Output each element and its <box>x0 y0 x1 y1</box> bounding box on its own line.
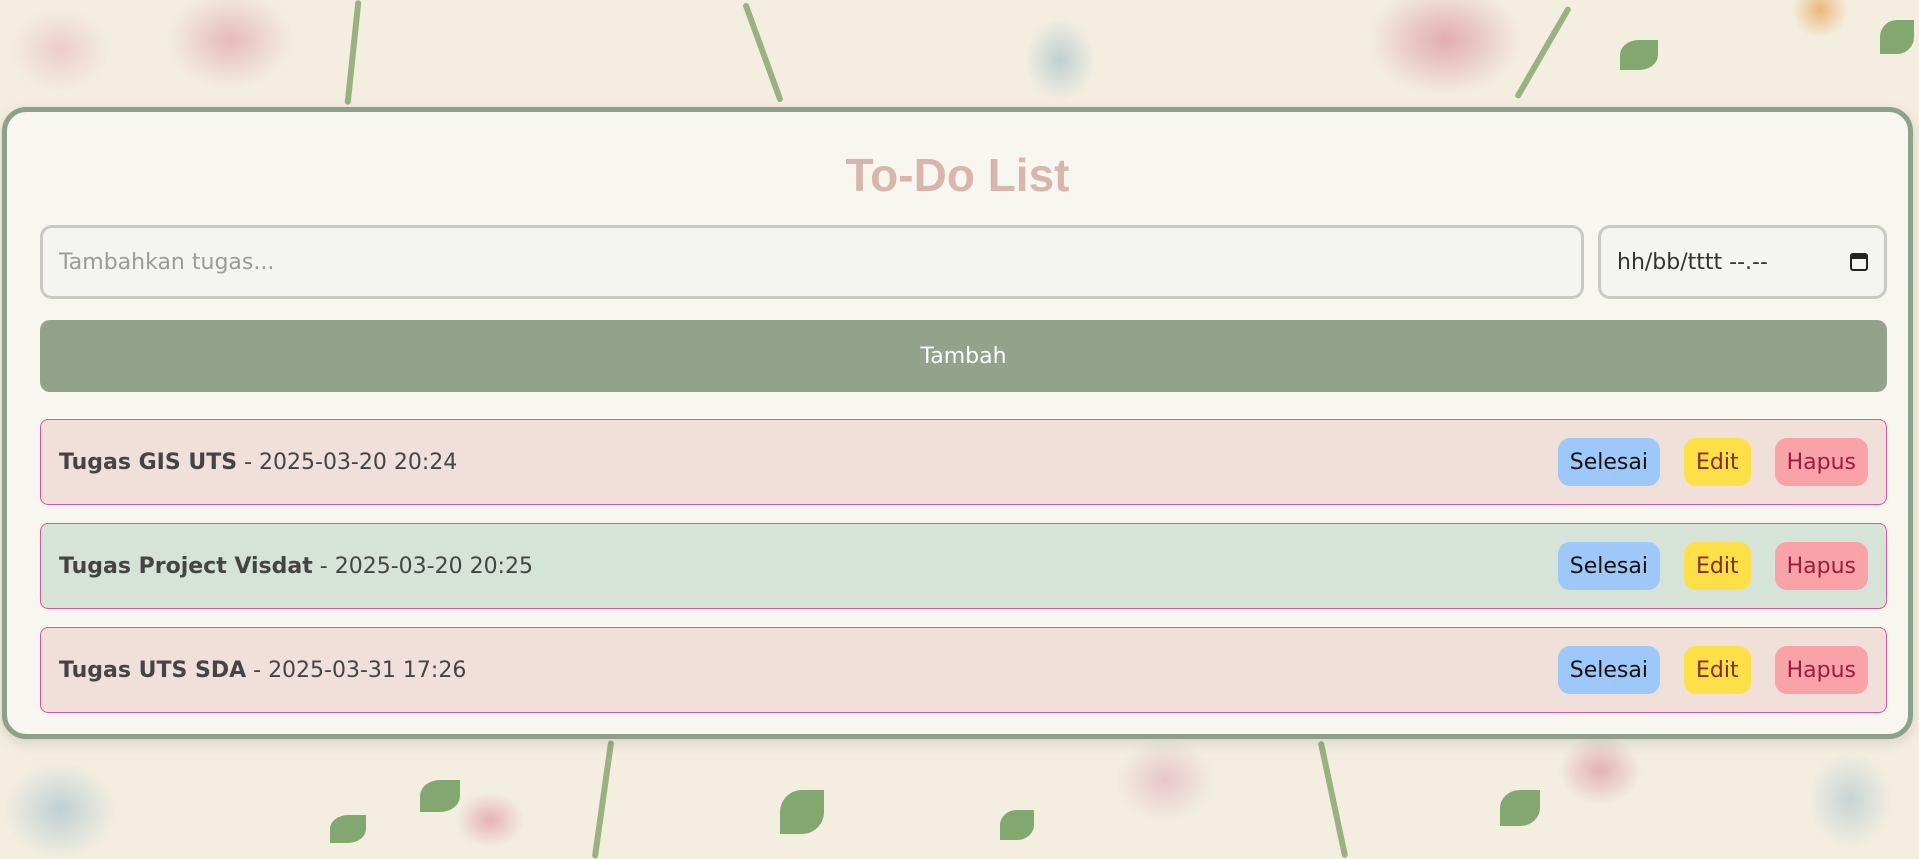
complete-button[interactable]: Selesai <box>1557 438 1660 486</box>
task-text: Tugas GIS UTS - 2025-03-20 20:24 <box>59 450 1534 475</box>
todo-card: To-Do List hh/bb/tttt --.-- Tambah Tugas… <box>2 107 1913 739</box>
edit-button[interactable]: Edit <box>1683 438 1751 486</box>
task-datetime: 2025-03-31 17:26 <box>268 657 467 683</box>
leaf <box>1500 790 1540 826</box>
task-row: Tugas Project Visdat - 2025-03-20 20:25 … <box>40 523 1887 609</box>
calendar-icon[interactable] <box>1850 253 1868 271</box>
add-task-button[interactable]: Tambah <box>40 320 1887 392</box>
task-separator: - <box>253 657 262 683</box>
edit-button[interactable]: Edit <box>1683 646 1751 694</box>
delete-button[interactable]: Hapus <box>1774 646 1868 694</box>
stem <box>344 0 362 106</box>
leaf <box>330 815 366 843</box>
leaf <box>420 780 460 812</box>
task-text: Tugas UTS SDA - 2025-03-31 17:26 <box>59 658 1534 683</box>
leaf <box>1880 20 1914 54</box>
page-title: To-Do List <box>845 149 1070 201</box>
task-text: Tugas Project Visdat - 2025-03-20 20:25 <box>59 554 1534 579</box>
task-input[interactable] <box>40 225 1584 299</box>
datetime-input[interactable]: hh/bb/tttt --.-- <box>1598 225 1887 299</box>
task-separator: - <box>319 553 328 579</box>
leaf <box>1000 810 1034 840</box>
task-row: Tugas UTS SDA - 2025-03-31 17:26 Selesai… <box>40 627 1887 713</box>
stem <box>1514 5 1572 100</box>
datetime-placeholder: hh/bb/tttt --.-- <box>1617 249 1768 275</box>
task-datetime: 2025-03-20 20:25 <box>334 553 533 579</box>
task-name: Tugas Project Visdat <box>59 553 313 579</box>
task-datetime: 2025-03-20 20:24 <box>259 449 458 475</box>
delete-button[interactable]: Hapus <box>1774 542 1868 590</box>
stem <box>742 2 784 103</box>
task-name: Tugas UTS SDA <box>59 657 247 683</box>
edit-button[interactable]: Edit <box>1683 542 1751 590</box>
task-separator: - <box>244 449 253 475</box>
task-name: Tugas GIS UTS <box>59 449 238 475</box>
stem <box>591 740 615 859</box>
leaf <box>780 790 824 834</box>
complete-button[interactable]: Selesai <box>1557 542 1660 590</box>
task-row: Tugas GIS UTS - 2025-03-20 20:24 Selesai… <box>40 419 1887 505</box>
leaf <box>1620 40 1658 70</box>
stem <box>1317 740 1349 859</box>
delete-button[interactable]: Hapus <box>1774 438 1868 486</box>
complete-button[interactable]: Selesai <box>1557 646 1660 694</box>
